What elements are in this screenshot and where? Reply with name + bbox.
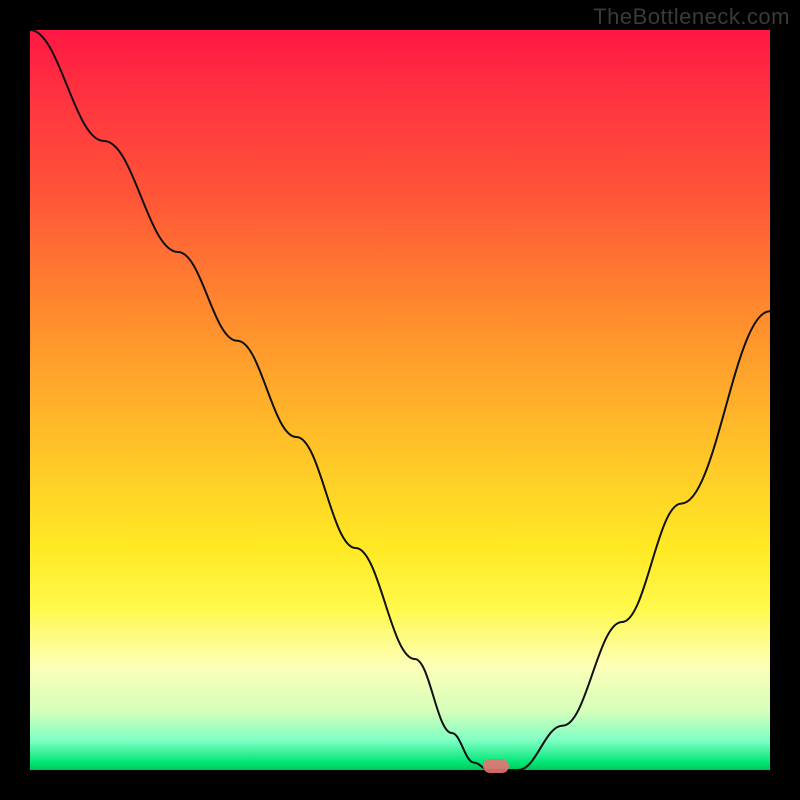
plot-area [30, 30, 770, 770]
bottleneck-curve [30, 30, 770, 770]
watermark-text: TheBottleneck.com [593, 4, 790, 30]
optimum-marker [483, 759, 509, 773]
chart-container: TheBottleneck.com [0, 0, 800, 800]
